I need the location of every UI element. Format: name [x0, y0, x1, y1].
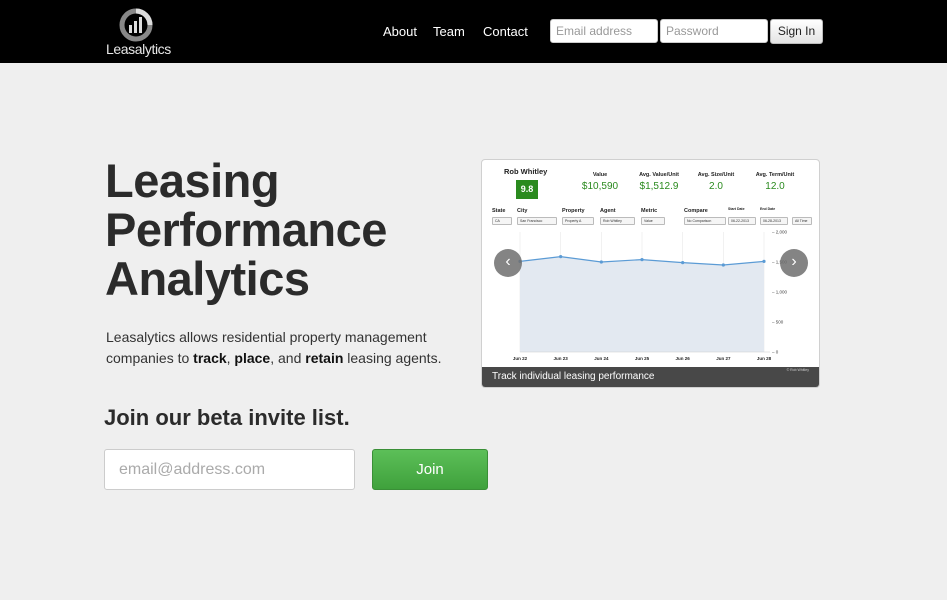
chart-point — [721, 263, 725, 267]
nav-link-contact[interactable]: Contact — [483, 24, 528, 39]
carousel-next-button[interactable]: › — [780, 249, 808, 277]
desc-emphasis-retain: retain — [305, 350, 344, 366]
stat-label: Avg. Term/Unit — [755, 172, 795, 178]
chart-area — [520, 256, 764, 352]
product-screenshot-carousel: Rob Whitley 9.8 Value $10,590 Avg. Value… — [481, 159, 820, 388]
stat-label: Value — [592, 172, 608, 178]
chart-y-tick-label: – 1,000 — [772, 290, 788, 295]
carousel-caption: Track individual leasing performance © R… — [482, 367, 819, 387]
filter-label: Agent — [600, 208, 616, 214]
top-navbar: Leasalytics About Team Contact Sign In — [0, 0, 947, 63]
nav-password-input[interactable] — [660, 19, 768, 43]
chart-point — [762, 259, 766, 263]
nav-email-input[interactable] — [550, 19, 658, 43]
stat-value: $10,590 — [581, 181, 619, 192]
chevron-right-icon: › — [791, 253, 797, 270]
desc-text: leasing agents. — [343, 350, 442, 366]
filter-label: State — [492, 208, 506, 214]
hero-title-line: Leasing — [105, 154, 280, 207]
stat-value: $1,512.9 — [639, 181, 679, 192]
filter-label: Start Date — [728, 207, 745, 211]
caption-credit: © Rob Whitley — [786, 368, 809, 372]
caption-text: Track individual leasing performance — [492, 371, 655, 382]
hero-description: Leasalytics allows residential property … — [106, 327, 456, 369]
filter-label: City — [517, 208, 528, 214]
filter-label: Compare — [684, 208, 708, 214]
chart-x-tick-label: Jun 23 — [554, 356, 569, 361]
chart-point — [599, 260, 603, 264]
logo-icon — [119, 8, 153, 42]
chart-y-tick-label: – 500 — [772, 320, 784, 325]
chart-x-tick-label: Jun 26 — [676, 356, 691, 361]
stat-label: Avg. Size/Unit — [697, 172, 735, 178]
chart-y-tick-label: – 0 — [772, 350, 779, 355]
nav-link-team[interactable]: Team — [433, 24, 465, 39]
agent-name: Rob Whitley — [504, 167, 548, 176]
beta-email-input[interactable] — [104, 449, 355, 490]
chart-point — [559, 255, 563, 259]
chart-point — [681, 261, 685, 265]
chevron-left-icon: ‹ — [505, 253, 511, 270]
brand-name: Leasalytics — [106, 41, 171, 57]
sign-in-button[interactable]: Sign In — [770, 19, 823, 44]
carousel-prev-button[interactable]: ‹ — [494, 249, 522, 277]
desc-emphasis-place: place — [234, 350, 271, 366]
chart-x-tick-label: Jun 22 — [513, 356, 528, 361]
filter-label: End Date — [760, 207, 776, 211]
stat-value: 12.0 — [765, 181, 785, 192]
performance-area-chart: – 2,000– 1,500– 1,000– 500– 0Jun 22Jun 2… — [513, 230, 788, 362]
filter-label: Property — [562, 208, 585, 214]
hero-title-line: Analytics — [105, 252, 310, 305]
beta-title: Join our beta invite list. — [104, 405, 350, 430]
nav-link-about[interactable]: About — [383, 24, 417, 39]
desc-emphasis-track: track — [193, 350, 227, 366]
filter-label: Metric — [641, 208, 658, 214]
agent-score-badge: 9.8 — [516, 180, 538, 199]
join-button[interactable]: Join — [372, 449, 488, 490]
chart-x-tick-label: Jun 27 — [716, 356, 731, 361]
chart-y-tick-label: – 2,000 — [772, 230, 788, 235]
chart-x-tick-label: Jun 25 — [635, 356, 650, 361]
chart-x-tick-label: Jun 28 — [757, 356, 772, 361]
hero-title: Leasing Performance Analytics — [105, 156, 465, 303]
logo[interactable]: Leasalytics — [106, 8, 171, 58]
stat-label: Avg. Value/Unit — [639, 172, 679, 178]
hero-title-line: Performance — [105, 203, 387, 256]
chart-point — [640, 258, 644, 262]
stat-value: 2.0 — [709, 181, 723, 192]
chart-x-tick-label: Jun 24 — [594, 356, 609, 361]
desc-text: , and — [270, 350, 306, 366]
